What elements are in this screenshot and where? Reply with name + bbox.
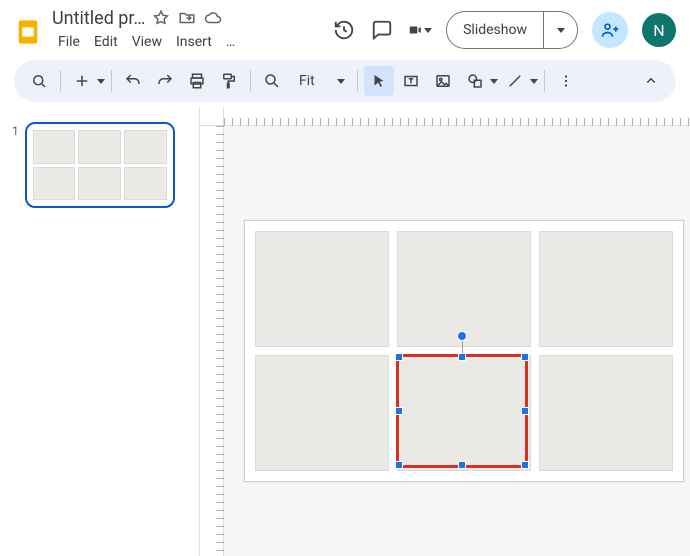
- redo-button[interactable]: [150, 66, 180, 96]
- slideshow-button[interactable]: Slideshow: [446, 11, 578, 49]
- chevron-down-icon: [337, 79, 345, 84]
- menu-edit[interactable]: Edit: [88, 32, 124, 52]
- comment-icon[interactable]: [370, 18, 394, 42]
- image-tool-button[interactable]: [428, 66, 458, 96]
- table-cell[interactable]: [539, 231, 673, 347]
- collapse-toolbar-button[interactable]: [636, 66, 666, 96]
- document-title[interactable]: Untitled pr…: [52, 8, 145, 29]
- slides-logo[interactable]: [14, 14, 42, 50]
- toolbar: Fit: [14, 60, 676, 102]
- horizontal-ruler[interactable]: [224, 108, 690, 126]
- slide-canvas[interactable]: [244, 220, 684, 482]
- zoom-button[interactable]: [257, 66, 287, 96]
- chevron-down-icon: [557, 28, 565, 33]
- menu-more[interactable]: …: [220, 32, 241, 52]
- history-icon[interactable]: [332, 18, 356, 42]
- slide-thumbnail-1[interactable]: [25, 122, 175, 208]
- chevron-down-icon: [424, 28, 432, 33]
- workspace: 1: [0, 108, 690, 556]
- more-tools-button[interactable]: [551, 66, 581, 96]
- paint-format-button[interactable]: [214, 66, 244, 96]
- account-avatar[interactable]: N: [642, 13, 676, 47]
- ruler-corner: [200, 108, 224, 126]
- table-cell[interactable]: [255, 231, 389, 347]
- zoom-level-label: Fit: [295, 73, 319, 89]
- search-menu-button[interactable]: [24, 66, 54, 96]
- menu-bar: File Edit View Insert …: [52, 31, 241, 53]
- chevron-down-icon: [530, 79, 538, 84]
- textbox-tool-button[interactable]: [396, 66, 426, 96]
- thumbnail-row: 1: [12, 122, 187, 208]
- titlebar: Untitled pr… File Edit View Insert …: [0, 0, 690, 54]
- video-meet-icon[interactable]: [408, 18, 432, 42]
- zoom-level-select[interactable]: Fit: [289, 73, 351, 89]
- thumbnail-panel: 1: [0, 108, 200, 556]
- new-slide-button[interactable]: [67, 66, 105, 96]
- table-cell-selected[interactable]: [397, 355, 531, 471]
- chevron-down-icon: [97, 79, 105, 84]
- table-cell[interactable]: [397, 231, 531, 347]
- line-tool-button[interactable]: [500, 66, 538, 96]
- print-button[interactable]: [182, 66, 212, 96]
- share-button[interactable]: [592, 12, 628, 48]
- cloud-saved-icon[interactable]: [203, 8, 223, 28]
- shape-tool-button[interactable]: [460, 66, 498, 96]
- chevron-down-icon: [490, 79, 498, 84]
- select-tool-button[interactable]: [364, 66, 394, 96]
- vertical-ruler[interactable]: [200, 126, 224, 556]
- menu-insert[interactable]: Insert: [170, 32, 218, 52]
- menu-view[interactable]: View: [126, 32, 168, 52]
- star-icon[interactable]: [151, 8, 171, 28]
- slideshow-dropdown[interactable]: [543, 12, 577, 48]
- slideshow-label: Slideshow: [447, 12, 543, 48]
- table-cell[interactable]: [255, 355, 389, 471]
- canvas-area: [200, 108, 690, 556]
- undo-button[interactable]: [118, 66, 148, 96]
- thumbnail-number: 1: [12, 124, 19, 138]
- slide-stage[interactable]: [224, 126, 690, 556]
- move-folder-icon[interactable]: [177, 8, 197, 28]
- menu-file[interactable]: File: [52, 32, 86, 52]
- table-cell[interactable]: [539, 355, 673, 471]
